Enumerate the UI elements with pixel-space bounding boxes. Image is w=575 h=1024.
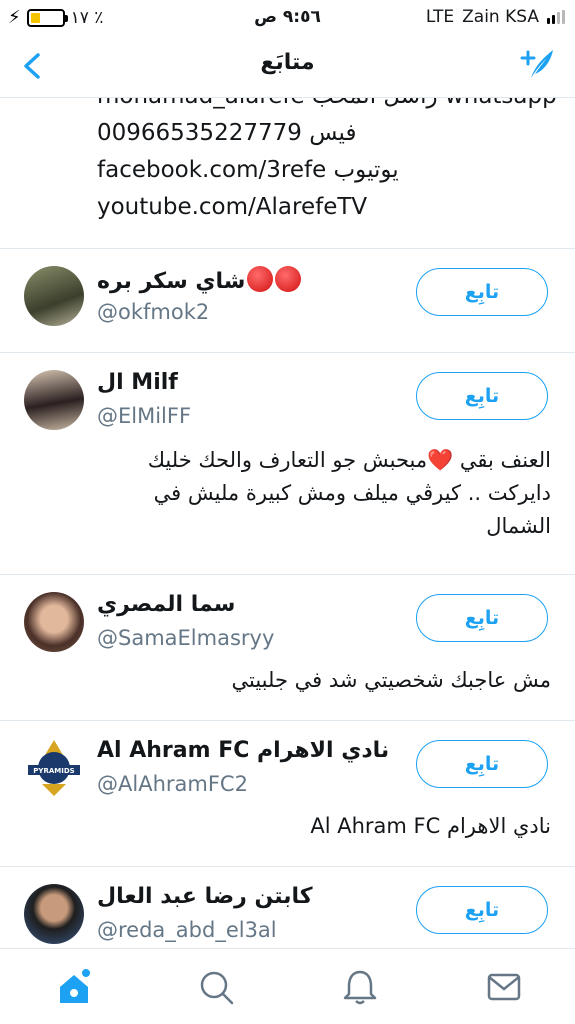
user-bio: نادي الاهرام Al Ahram FC: [310, 814, 551, 838]
user-row[interactable]: كابتن رضا عبد العال @reda_abd_el3al تابِ…: [0, 866, 575, 948]
bio-line: youtube.com/AlarefeTV: [97, 194, 368, 220]
user-name: ال Milf: [97, 370, 178, 395]
avatar[interactable]: [24, 370, 84, 430]
add-follow-icon[interactable]: [517, 46, 557, 82]
avatar[interactable]: [24, 592, 84, 652]
user-handle: @AlAhramFC2: [97, 772, 248, 796]
signal-icon: [547, 10, 565, 24]
user-name: Al Ahram FC نادي الاهرام: [97, 738, 390, 763]
page-title: متابَع: [260, 50, 315, 75]
notifications-icon[interactable]: [340, 967, 380, 1007]
following-list[interactable]: mohamad_alarefe راسل المحب whatsapp 0096…: [0, 98, 575, 948]
user-handle: @SamaElmasryy: [97, 626, 275, 650]
home-icon[interactable]: [54, 967, 94, 1007]
avatar[interactable]: [24, 884, 84, 944]
logo-text: PYRAMIDS: [33, 767, 74, 775]
bio-line: facebook.com/3refe يوتيوب: [97, 157, 399, 183]
status-bar: ⚡ ١٧ ٪ ٩:٥٦ ص LTE Zain KSA: [0, 0, 575, 36]
user-row[interactable]: ال Milf @ElMilFF تابِع العنف بقي ❤️مبحبش…: [0, 352, 575, 574]
user-handle: @okfmok2: [97, 300, 210, 324]
user-name: شاي سكر بره: [97, 266, 302, 294]
user-row[interactable]: PYRAMIDS Al Ahram FC نادي الاهرام @AlAhr…: [0, 720, 575, 866]
bio-line: دايركت .. كيرڤي ميلف ومش كبيرة مليش في: [153, 481, 551, 505]
follow-button[interactable]: تابِع: [416, 740, 548, 788]
tab-bar: [0, 948, 575, 1024]
user-name: سما المصري: [97, 592, 236, 617]
follow-button[interactable]: تابِع: [416, 268, 548, 316]
status-right: LTE Zain KSA: [426, 7, 565, 27]
bio-line: mohamad_alarefe راسل المحب whatsapp: [97, 98, 557, 115]
network-type: LTE: [425, 7, 455, 27]
user-bio: مش عاجبك شخصيتي شد في جلبيتي: [231, 668, 552, 692]
avatar[interactable]: [24, 266, 84, 326]
nav-bar: متابَع: [0, 36, 575, 98]
messages-icon[interactable]: [484, 967, 524, 1007]
follow-button[interactable]: تابِع: [416, 886, 548, 934]
user-row[interactable]: شاي سكر بره @okfmok2 تابِع: [0, 248, 575, 352]
bio-line: العنف بقي ❤️مبحبش جو التعارف والحك خليك: [147, 448, 551, 472]
user-handle: @ElMilFF: [97, 404, 192, 428]
red-circle-icon: [275, 266, 302, 292]
follow-button[interactable]: تابِع: [416, 372, 548, 420]
user-name: كابتن رضا عبد العال: [97, 884, 313, 909]
carrier-name: Zain KSA: [462, 7, 539, 27]
user-bio: العنف بقي ❤️مبحبش جو التعارف والحك خليك …: [91, 444, 551, 543]
follow-button[interactable]: تابِع: [416, 594, 548, 642]
red-circle-icon: [247, 266, 274, 292]
bio-line: 00966535227779 فيس: [97, 120, 357, 146]
previous-user-bio: mohamad_alarefe راسل المحب whatsapp 0096…: [97, 98, 557, 226]
user-handle: @reda_abd_el3al: [97, 918, 277, 942]
bio-line: الشمال: [486, 514, 551, 538]
club-logo[interactable]: PYRAMIDS: [24, 738, 84, 798]
search-icon[interactable]: [196, 967, 236, 1007]
user-row[interactable]: سما المصري @SamaElmasryy تابِع مش عاجبك …: [0, 574, 575, 720]
